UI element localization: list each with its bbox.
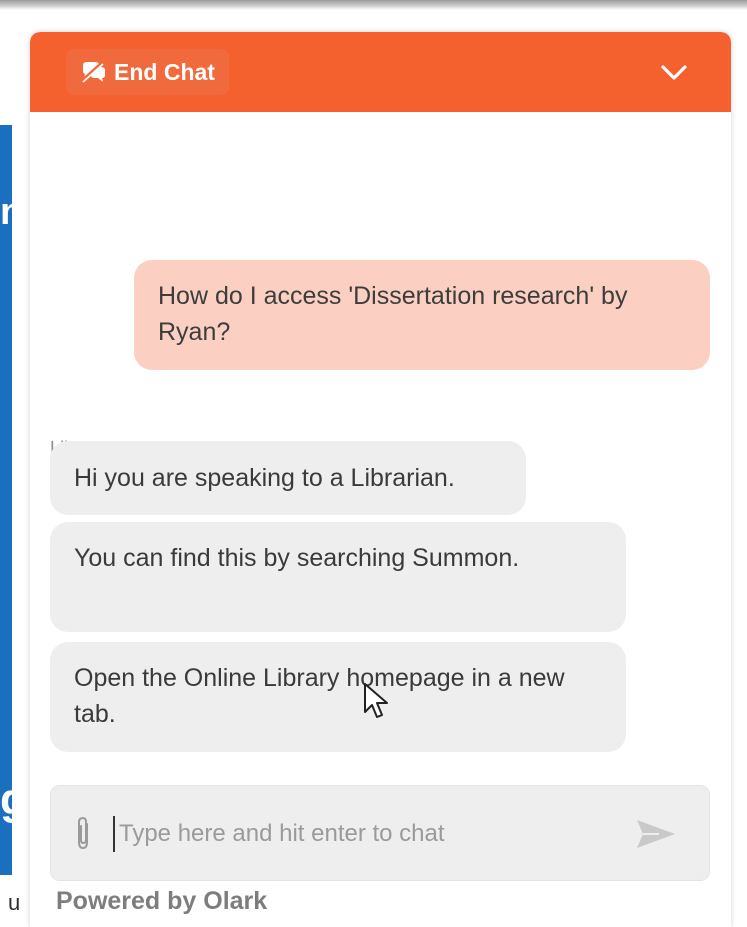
paperclip-icon[interactable] [73, 816, 93, 852]
chat-header: End Chat [30, 32, 731, 112]
mouse-pointer-icon [364, 683, 388, 718]
visitor-message: How do I access 'Dissertation research' … [134, 260, 710, 370]
send-icon[interactable] [635, 816, 677, 852]
mute-speech-bubbles-icon [80, 61, 106, 83]
chat-widget: End Chat How do I access 'Dissertation r… [30, 32, 731, 927]
powered-by-link[interactable]: Powered by Olark [56, 887, 267, 916]
end-chat-label: End Chat [114, 58, 215, 85]
text-caret [113, 816, 115, 852]
window-top-edge [0, 0, 747, 10]
chat-input[interactable] [117, 808, 621, 860]
chevron-down-icon [661, 65, 687, 80]
end-chat-button[interactable]: End Chat [66, 49, 229, 95]
collapse-button[interactable] [657, 58, 691, 86]
message-list: How do I access 'Dissertation research' … [30, 112, 731, 782]
operator-message: Hi you are speaking to a Librarian. [50, 441, 526, 515]
background-text: g [0, 770, 12, 830]
background-text: n [0, 192, 12, 232]
background-page-banner [0, 125, 12, 875]
operator-message: You can find this by searching Summon. [50, 522, 626, 632]
message-composer [50, 785, 710, 881]
operator-message: Open the Online Library homepage in a ne… [50, 642, 626, 752]
background-text: u [8, 890, 21, 915]
